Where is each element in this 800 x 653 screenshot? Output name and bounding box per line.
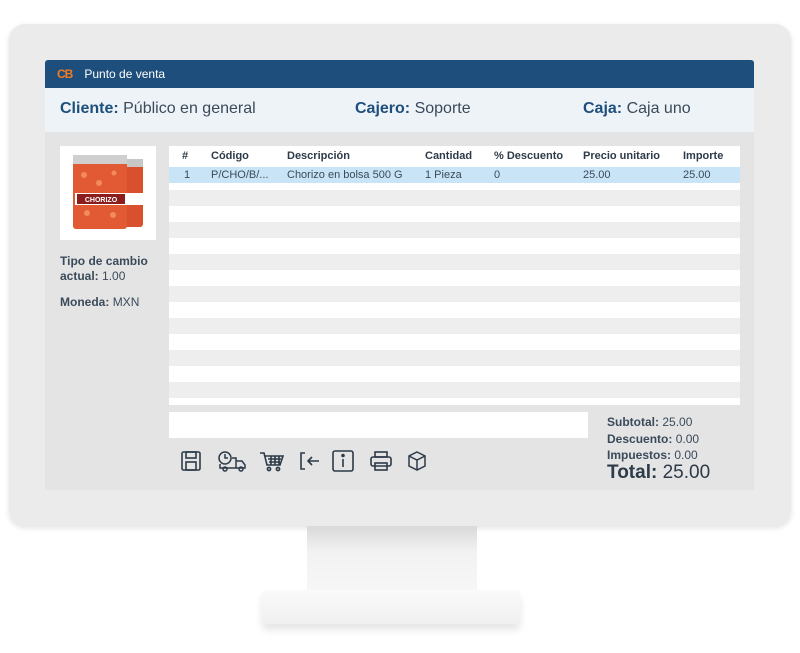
impuestos-label: Impuestos: bbox=[607, 448, 672, 462]
cell-descuento: 0 bbox=[494, 169, 501, 181]
impuestos: Impuestos: 0.00 bbox=[607, 448, 698, 462]
window-title: Punto de venta bbox=[84, 67, 166, 81]
col-precio: Precio unitario bbox=[583, 150, 661, 162]
info-icon[interactable] bbox=[331, 450, 355, 472]
cajero-info: Cajero: Soporte bbox=[355, 100, 471, 118]
exit-icon[interactable] bbox=[298, 450, 322, 472]
printer-icon[interactable] bbox=[369, 450, 393, 472]
tipo-cambio-label: Tipo de cambio bbox=[60, 254, 148, 268]
pos-window: CB Punto de venta Cliente: Público en ge… bbox=[45, 60, 754, 490]
tipo-cambio-value: 1.00 bbox=[102, 269, 126, 283]
empty-row bbox=[169, 254, 740, 270]
chorizo-package-icon: CHORIZO bbox=[73, 155, 143, 229]
table-header: # Código Descripción Cantidad % Descuent… bbox=[169, 146, 740, 166]
total: Total: 25.00 bbox=[607, 462, 710, 484]
cajero-value: Soporte bbox=[414, 100, 471, 117]
col-number: # bbox=[182, 150, 189, 162]
monitor-neck bbox=[307, 526, 477, 592]
table-row[interactable]: 1 P/CHO/B/... Chorizo en bolsa 500 G 1 P… bbox=[169, 167, 740, 183]
subtotal: Subtotal: 25.00 bbox=[607, 415, 692, 429]
col-cantidad: Cantidad bbox=[425, 150, 473, 162]
product-image-label: CHORIZO bbox=[85, 197, 118, 204]
title-bar: CB Punto de venta bbox=[45, 60, 754, 88]
cell-precio: 25.00 bbox=[583, 169, 611, 181]
cell-cantidad: 1 Pieza bbox=[425, 169, 462, 181]
product-search-input[interactable] bbox=[169, 412, 588, 438]
empty-row bbox=[169, 350, 740, 366]
info-bar: Cliente: Público en general Cajero: Sopo… bbox=[45, 88, 754, 132]
save-icon[interactable] bbox=[179, 450, 203, 472]
tipo-cambio-label-2: actual: bbox=[60, 269, 99, 283]
cell-importe: 25.00 bbox=[683, 169, 711, 181]
cliente-value: Público en general bbox=[123, 100, 256, 117]
caja-label: Caja: bbox=[583, 100, 623, 117]
descuento-label: Descuento: bbox=[607, 432, 673, 446]
cell-codigo: P/CHO/B/... bbox=[211, 169, 269, 181]
cliente-info: Cliente: Público en general bbox=[60, 100, 256, 118]
delivery-truck-icon[interactable] bbox=[217, 450, 247, 472]
tipo-cambio: Tipo de cambio actual: 1.00 bbox=[60, 254, 148, 284]
total-value: 25.00 bbox=[662, 462, 711, 483]
descuento-value: 0.00 bbox=[675, 432, 700, 446]
items-table: # Código Descripción Cantidad % Descuent… bbox=[169, 146, 740, 405]
box-icon[interactable] bbox=[405, 450, 429, 472]
monitor-base bbox=[262, 590, 520, 624]
product-image: CHORIZO bbox=[60, 146, 156, 240]
descuento: Descuento: 0.00 bbox=[607, 432, 699, 446]
subtotal-value: 25.00 bbox=[662, 415, 693, 429]
moneda: Moneda: MXN bbox=[60, 295, 139, 310]
cliente-label: Cliente: bbox=[60, 100, 119, 117]
subtotal-label: Subtotal: bbox=[607, 415, 659, 429]
col-codigo: Código bbox=[211, 150, 249, 162]
app-logo: CB bbox=[57, 67, 73, 81]
total-label: Total: bbox=[607, 462, 658, 483]
col-descuento: % Descuento bbox=[494, 150, 564, 162]
cell-descripcion: Chorizo en bolsa 500 G bbox=[287, 169, 403, 181]
moneda-label: Moneda: bbox=[60, 295, 110, 309]
empty-row bbox=[169, 286, 740, 302]
cajero-label: Cajero: bbox=[355, 100, 411, 117]
empty-row bbox=[169, 222, 740, 238]
col-descripcion: Descripción bbox=[287, 150, 350, 162]
shopping-cart-icon[interactable] bbox=[259, 450, 285, 472]
empty-row bbox=[169, 382, 740, 398]
empty-row bbox=[169, 190, 740, 206]
caja-info: Caja: Caja uno bbox=[583, 100, 691, 118]
cell-number: 1 bbox=[184, 169, 191, 181]
impuestos-value: 0.00 bbox=[674, 448, 698, 462]
col-importe: Importe bbox=[683, 150, 724, 162]
caja-value: Caja uno bbox=[626, 100, 691, 117]
empty-row bbox=[169, 318, 740, 334]
moneda-value: MXN bbox=[112, 295, 140, 309]
